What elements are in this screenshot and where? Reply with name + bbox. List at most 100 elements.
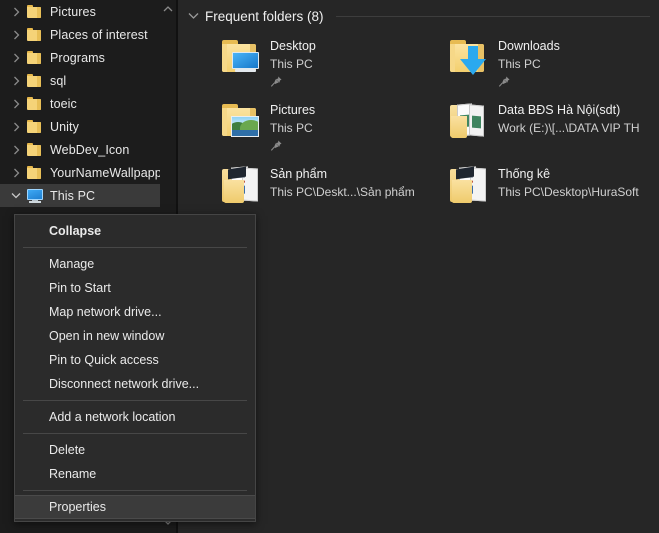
context-menu-item-label: Delete [49,443,85,457]
folder-icon [26,95,44,113]
chevron-right-icon[interactable] [8,96,24,112]
frequent-folders-group-header[interactable]: Frequent folders (8) [184,4,654,28]
tile-subtitle: Work (E:)\[...\DATA VIP TH [498,121,640,135]
folder-icon [26,141,44,159]
sidebar-item-pictures[interactable]: Pictures [0,0,160,23]
folder-pictures-icon [218,98,264,144]
context-menu-item-manage[interactable]: Manage [15,252,255,276]
folder-icon [26,26,44,44]
context-menu-item-disconnect-network-drive[interactable]: Disconnect network drive... [15,372,255,396]
context-menu-item-delete[interactable]: Delete [15,438,255,462]
chevron-right-icon[interactable] [8,27,24,43]
sidebar-item-label: WebDev_Icon [50,143,129,157]
tile-subtitle: This PC [498,57,541,71]
sidebar-item-sql[interactable]: sql [0,69,160,92]
context-menu-item-pin-to-start[interactable]: Pin to Start [15,276,255,300]
sidebar-item-yournamewallpapp[interactable]: YourNameWallpapp [0,161,160,184]
folder-icon [26,3,44,21]
tile-row: Sản phẩm This PC\Deskt...\Sản phẩm Thống k… [178,158,659,222]
chevron-right-icon[interactable] [8,119,24,135]
monitor-icon [26,187,44,205]
tile-name: Downloads [498,39,560,53]
frequent-folder-tile[interactable]: Thống kê This PC\Desktop\HuraSoft [446,158,659,220]
tile-row: Pictures This PC Data BĐS Hà Nội(sdt) Work … [178,94,659,158]
tile-subtitle: This PC\Desktop\HuraSoft [498,185,639,199]
chevron-right-icon[interactable] [8,73,24,89]
tile-subtitle: This PC [270,121,313,135]
pin-icon[interactable] [270,139,284,153]
sidebar-item-webdev-icon[interactable]: WebDev_Icon [0,138,160,161]
sidebar-item-toeic[interactable]: toeic [0,92,160,115]
folder-documents-icon [446,162,492,208]
context-menu-separator [23,247,247,248]
sidebar-item-label: sql [50,74,66,88]
context-menu-separator [23,400,247,401]
sidebar-item-label: Pictures [50,5,96,19]
frequent-folder-tile[interactable]: Pictures This PC [218,94,458,156]
sidebar-item-label: YourNameWallpapp [50,166,162,180]
chevron-right-icon[interactable] [8,4,24,20]
context-menu-item-label: Collapse [49,224,101,238]
frequent-folder-tile[interactable]: Downloads This PC [446,30,659,92]
tile-name: Pictures [270,103,315,117]
folder-desktop-icon [218,34,264,80]
folder-icon [26,49,44,67]
group-rule [336,16,650,17]
frequent-folder-tile[interactable]: Sản phẩm This PC\Deskt...\Sản phẩm [218,158,458,220]
chevron-down-icon[interactable] [184,7,202,25]
folder-icon [26,118,44,136]
chevron-right-icon[interactable] [8,165,24,181]
context-menu-separator [23,433,247,434]
tile-subtitle: This PC\Deskt...\Sản phẩm [270,185,415,199]
shield-icon [25,256,41,272]
tile-row: Desktop This PC Downloads This PC [178,30,659,94]
pin-icon[interactable] [498,75,512,89]
sidebar-item-label: This PC [50,189,95,203]
context-menu-item-label: Pin to Quick access [49,353,159,367]
frequent-folders-grid: Desktop This PC Downloads This PC Pictures Th… [178,30,659,222]
tile-name: Sản phẩm [270,167,327,181]
sidebar-item-programs[interactable]: Programs [0,46,160,69]
sidebar-item-label: Places of interest [50,28,148,42]
tile-subtitle: This PC [270,57,313,71]
context-menu-item-label: Disconnect network drive... [49,377,199,391]
context-menu-item-label: Pin to Start [49,281,111,295]
folder-documents-icon [218,162,264,208]
sidebar-item-label: Unity [50,120,79,134]
folder-documents-xls-icon [446,98,492,144]
context-menu-item-collapse[interactable]: Collapse [15,219,255,243]
pin-icon[interactable] [270,75,284,89]
tile-name: Thống kê [498,167,550,181]
context-menu-item-pin-to-quick-access[interactable]: Pin to Quick access [15,348,255,372]
sidebar-item-unity[interactable]: Unity [0,115,160,138]
context-menu-item-rename[interactable]: Rename [15,462,255,486]
sidebar-item-label: Programs [50,51,105,65]
context-menu-item-label: Properties [49,500,106,514]
context-menu-item-add-a-network-location[interactable]: Add a network location [15,405,255,429]
file-explorer-window: Pictures Places of interest Programs sql toe… [0,0,659,533]
frequent-folder-tile[interactable]: Data BĐS Hà Nội(sdt) Work (E:)\[...\DATA … [446,94,659,156]
context-menu-separator [23,490,247,491]
frequent-folder-tile[interactable]: Desktop This PC [218,30,458,92]
sidebar-item-label: toeic [50,97,77,111]
sidebar-item-places-of-interest[interactable]: Places of interest [0,23,160,46]
scroll-up-arrow-icon[interactable] [160,0,176,17]
context-menu-item-label: Rename [49,467,96,481]
folder-icon [26,164,44,182]
folder-icon [26,72,44,90]
tile-name: Desktop [270,39,316,53]
chevron-right-icon[interactable] [8,50,24,66]
tile-name: Data BĐS Hà Nội(sdt) [498,103,620,117]
context-menu[interactable]: Collapse Manage Pin to Start Map network dr… [14,214,256,522]
context-menu-item-open-in-new-window[interactable]: Open in new window [15,324,255,348]
context-menu-item-map-network-drive[interactable]: Map network drive... [15,300,255,324]
context-menu-item-properties[interactable]: Properties [15,495,255,519]
context-menu-item-label: Map network drive... [49,305,162,319]
context-menu-item-label: Open in new window [49,329,164,343]
sidebar-item-this-pc[interactable]: This PC [0,184,160,207]
folder-downloads-icon [446,34,492,80]
chevron-right-icon[interactable] [8,142,24,158]
chevron-down-icon[interactable] [8,188,24,204]
group-title: Frequent folders (8) [205,9,324,24]
context-menu-item-label: Add a network location [49,410,175,424]
